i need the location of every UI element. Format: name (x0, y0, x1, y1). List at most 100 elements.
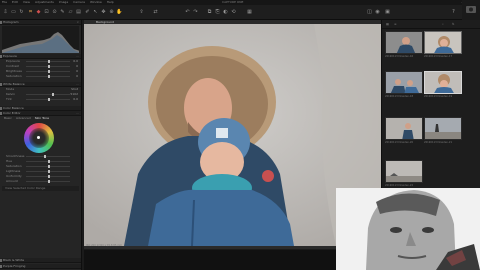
browser-search-icon[interactable]: ⌕ (442, 20, 444, 29)
exposure-label: Exposure (6, 59, 20, 63)
view-icon[interactable]: ▣ (384, 8, 391, 16)
thumbnail-image (425, 118, 461, 139)
exposure-slider[interactable] (26, 60, 70, 63)
histogram-header[interactable]: Histogram × (0, 20, 81, 25)
browser-list-icon[interactable]: ≡ (394, 20, 397, 29)
lightness-slider[interactable] (26, 170, 70, 173)
reset-icon[interactable]: ⟲ (230, 8, 237, 16)
browser-sort-icon[interactable]: ⇅ (452, 20, 455, 29)
amount-label: Amount (6, 179, 18, 183)
bw-title: Black & White (3, 258, 25, 262)
slider-handle[interactable] (48, 175, 50, 178)
bw-header[interactable]: Black & White (0, 258, 81, 263)
thumbnail[interactable] (385, 160, 423, 183)
copy-icon[interactable]: ⧉ (206, 8, 213, 16)
histogram-title: Histogram (3, 20, 19, 24)
saturation-slider[interactable] (26, 75, 70, 78)
proof-icon[interactable]: ◉ (374, 8, 381, 16)
slider-handle[interactable] (48, 75, 50, 78)
slider-handle[interactable] (48, 98, 50, 101)
slider-handle[interactable] (48, 180, 50, 183)
brightness-slider[interactable] (26, 70, 70, 73)
brush-icon[interactable]: ✎ (59, 8, 66, 16)
bottom-strip (84, 250, 340, 270)
exposure-title: Exposure (3, 54, 17, 58)
wb-mode-label: Mode (6, 87, 15, 91)
thumbnail-image (386, 161, 422, 182)
wb-tint-value[interactable]: 0.0 (73, 97, 78, 102)
thumbnail[interactable] (385, 31, 423, 54)
kelvin-slider[interactable] (26, 93, 70, 96)
wb-kelvin-label: Kelvin (6, 92, 16, 96)
thumbnail[interactable] (385, 71, 423, 94)
thumbnail-image (386, 32, 422, 53)
gradient-icon[interactable]: ▤ (75, 8, 82, 16)
saturation-row: Saturation 0 (0, 74, 81, 79)
top-right-area (462, 0, 480, 20)
color-editor-tabs: Basic Advanced Skin Tone (0, 116, 81, 121)
app-window: File Edit View Adjustments Image Camera … (0, 0, 480, 270)
thumbnail-image (386, 72, 422, 93)
tab-basic[interactable]: Basic (4, 116, 12, 121)
zoom-icon[interactable]: ⊕ (108, 8, 115, 16)
adjust-icon[interactable]: ◐ (222, 8, 229, 16)
thumbnail-active[interactable] (424, 71, 462, 94)
slider-handle[interactable] (48, 65, 50, 68)
move-icon[interactable]: ✥ (100, 8, 107, 16)
color-saturation-slider[interactable] (26, 165, 70, 168)
tab-skin-tone[interactable]: Skin Tone (35, 116, 49, 121)
saturation-value[interactable]: 0 (76, 74, 78, 79)
smoothness-label: Smoothness (6, 154, 25, 158)
contrast-slider[interactable] (26, 65, 70, 68)
keystone-icon[interactable]: ⊡ (43, 8, 50, 16)
left-tool-panel: Histogram × Exposure ⋯ Exposure 0.0 Contras… (0, 20, 82, 270)
tint-slider[interactable] (26, 98, 70, 101)
image-info-bar: ISO 200 1/320 s f/2.8 85 mm (86, 244, 123, 247)
folder-icon[interactable]: ▭ (10, 8, 17, 16)
slider-handle[interactable] (48, 165, 50, 168)
compare-icon[interactable]: ◫ (366, 8, 373, 16)
straighten-icon[interactable]: ◆ (35, 8, 42, 16)
lightness-label: Lightness (6, 169, 21, 173)
slider-handle[interactable] (48, 70, 50, 73)
browser-header: ▦ ≡ ⌕ ⇅ (382, 20, 480, 29)
hand-icon[interactable]: ✋ (116, 8, 123, 16)
eraser-icon[interactable]: ▱ (67, 8, 74, 16)
slider-handle[interactable] (48, 160, 50, 163)
cursor-icon[interactable]: ↖ (92, 8, 99, 16)
purple-fringing-header[interactable]: Purple Fringing (0, 264, 81, 269)
wb-tint-label: Tint (6, 97, 12, 101)
color-picker-dot[interactable] (37, 136, 40, 139)
picker-icon[interactable]: ✐ (84, 8, 91, 16)
share-icon[interactable]: ⇄ (152, 8, 159, 16)
camera-icon[interactable] (462, 0, 480, 20)
panel-close-icon[interactable]: × (76, 20, 79, 25)
crop-icon[interactable]: ⌗ (27, 8, 34, 16)
thumbnail-selected[interactable] (424, 31, 462, 54)
rotate-icon[interactable]: ↻ (18, 8, 25, 16)
slider-handle[interactable] (44, 155, 46, 158)
grid-icon[interactable]: ▦ (246, 8, 253, 16)
thumbnail-label: 20190113 Dresden-21 (424, 141, 453, 144)
smoothness-slider[interactable] (26, 155, 70, 158)
undo-icon[interactable]: ↶ (184, 8, 191, 16)
paste-icon[interactable]: ⎘ (214, 8, 221, 16)
browser-grid-icon[interactable]: ▦ (386, 20, 389, 29)
view-color-range-button[interactable]: View Selected Color Range (2, 186, 79, 191)
uniformity-slider[interactable] (26, 175, 70, 178)
redo-icon[interactable]: ↷ (192, 8, 199, 16)
slider-handle[interactable] (48, 170, 50, 173)
thumbnail[interactable] (385, 117, 423, 140)
slider-handle[interactable] (52, 93, 54, 96)
export-icon[interactable]: ⇪ (138, 8, 145, 16)
help-icon[interactable]: ? (450, 8, 457, 16)
color-wheel[interactable] (24, 123, 54, 153)
amount-slider[interactable] (26, 180, 70, 183)
slider-handle[interactable] (48, 60, 50, 63)
tab-advanced[interactable]: Advanced (16, 116, 31, 121)
import-icon[interactable]: ⇩ (2, 8, 9, 16)
color-balance-title: Color Balance (3, 106, 24, 110)
spot-icon[interactable]: ⊙ (51, 8, 58, 16)
hue-slider[interactable] (26, 160, 70, 163)
thumbnail[interactable] (424, 117, 462, 140)
